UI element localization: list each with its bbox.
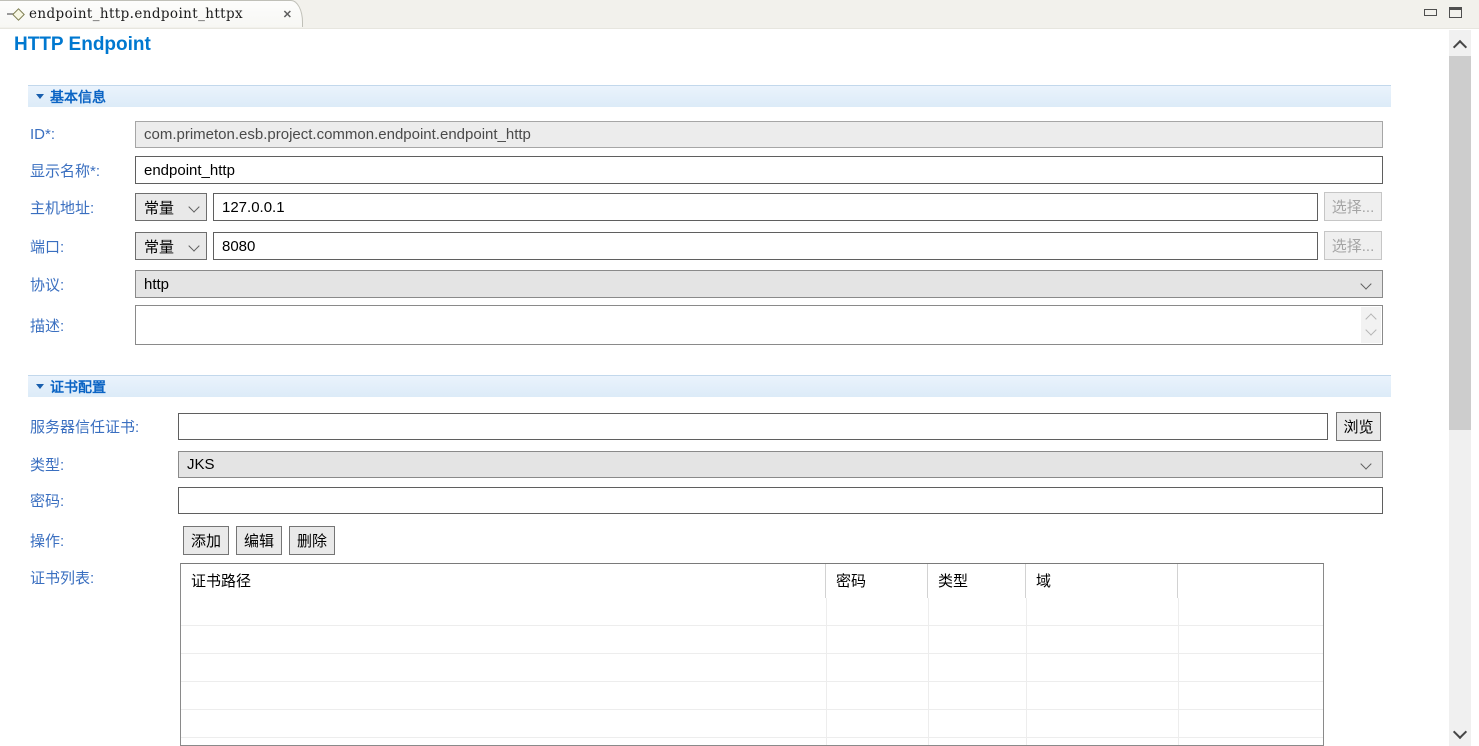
minimize-view-icon[interactable] (1424, 9, 1437, 16)
scroll-up-icon[interactable] (1365, 313, 1376, 324)
tab-close-icon[interactable]: ✕ (281, 8, 294, 21)
description-scrollbar[interactable] (1361, 307, 1381, 343)
trust-cert-label: 服务器信任证书: (30, 413, 139, 440)
host-mode-combo[interactable]: 常量 (135, 193, 207, 221)
cert-table-header: 证书路径 密码 类型 域 (181, 564, 1323, 598)
description-field[interactable] (135, 305, 1383, 345)
host-field[interactable] (213, 193, 1318, 221)
host-label: 主机地址: (30, 193, 94, 221)
tab-title: endpoint_http.endpoint_httpx (29, 6, 281, 22)
display-name-label: 显示名称*: (30, 156, 100, 184)
protocol-value: http (144, 276, 169, 293)
column-header-type[interactable]: 类型 (928, 564, 1026, 598)
port-field[interactable] (213, 232, 1318, 260)
id-field (135, 121, 1383, 148)
scrollbar-thumb[interactable] (1449, 56, 1471, 430)
column-header-domain[interactable]: 域 (1026, 564, 1178, 598)
cert-list-label: 证书列表: (30, 563, 94, 591)
trust-cert-field[interactable] (178, 413, 1328, 440)
page-title: HTTP Endpoint (14, 34, 151, 56)
collapse-triangle-icon (36, 384, 44, 389)
cert-type-label: 类型: (30, 451, 64, 478)
chevron-down-icon (1360, 278, 1371, 289)
display-name-field[interactable] (135, 156, 1383, 184)
port-mode-value: 常量 (144, 236, 174, 257)
maximize-view-icon[interactable] (1449, 7, 1462, 18)
browse-button[interactable]: 浏览 (1336, 412, 1381, 441)
edit-button[interactable]: 编辑 (236, 526, 282, 555)
section-basic-info-header[interactable]: 基本信息 (28, 85, 1391, 107)
tab-endpoint-http[interactable]: endpoint_http.endpoint_httpx ✕ (0, 0, 303, 27)
chevron-down-icon (1360, 458, 1371, 469)
cert-password-label: 密码: (30, 487, 64, 514)
port-select-button: 选择... (1324, 231, 1382, 260)
cert-type-combo[interactable]: JKS (178, 451, 1383, 478)
column-divider (826, 598, 827, 745)
section-basic-info-title: 基本信息 (50, 87, 106, 107)
collapse-triangle-icon (36, 94, 44, 99)
section-cert-config-header[interactable]: 证书配置 (28, 375, 1391, 397)
port-mode-combo[interactable]: 常量 (135, 232, 207, 260)
section-cert-config-title: 证书配置 (50, 377, 106, 397)
protocol-combo[interactable]: http (135, 270, 1383, 298)
editor-tab-bar: endpoint_http.endpoint_httpx ✕ (0, 0, 1479, 29)
column-divider (1178, 598, 1179, 745)
add-button[interactable]: 添加 (183, 526, 229, 555)
scroll-down-icon[interactable] (1365, 324, 1376, 335)
chevron-down-icon (188, 201, 199, 212)
column-divider (1026, 598, 1027, 745)
column-header-cert-path[interactable]: 证书路径 (181, 564, 826, 598)
cert-password-field[interactable] (178, 487, 1383, 514)
host-mode-value: 常量 (144, 197, 174, 218)
editor-window: endpoint_http.endpoint_httpx ✕ HTTP Endp… (0, 0, 1479, 746)
endpoint-file-icon (7, 8, 23, 20)
operations-label: 操作: (30, 526, 64, 555)
cert-list-table[interactable]: 证书路径 密码 类型 域 (180, 563, 1324, 746)
cert-type-value: JKS (187, 456, 215, 473)
column-header-empty[interactable] (1178, 564, 1323, 598)
column-header-password[interactable]: 密码 (826, 564, 928, 598)
chevron-down-icon (188, 240, 199, 251)
id-label: ID*: (30, 121, 55, 148)
column-divider (928, 598, 929, 745)
cert-table-body[interactable] (181, 598, 1323, 745)
description-label: 描述: (30, 305, 64, 345)
host-select-button: 选择... (1324, 192, 1382, 221)
delete-button[interactable]: 删除 (289, 526, 335, 555)
protocol-label: 协议: (30, 270, 64, 298)
port-label: 端口: (30, 232, 64, 260)
